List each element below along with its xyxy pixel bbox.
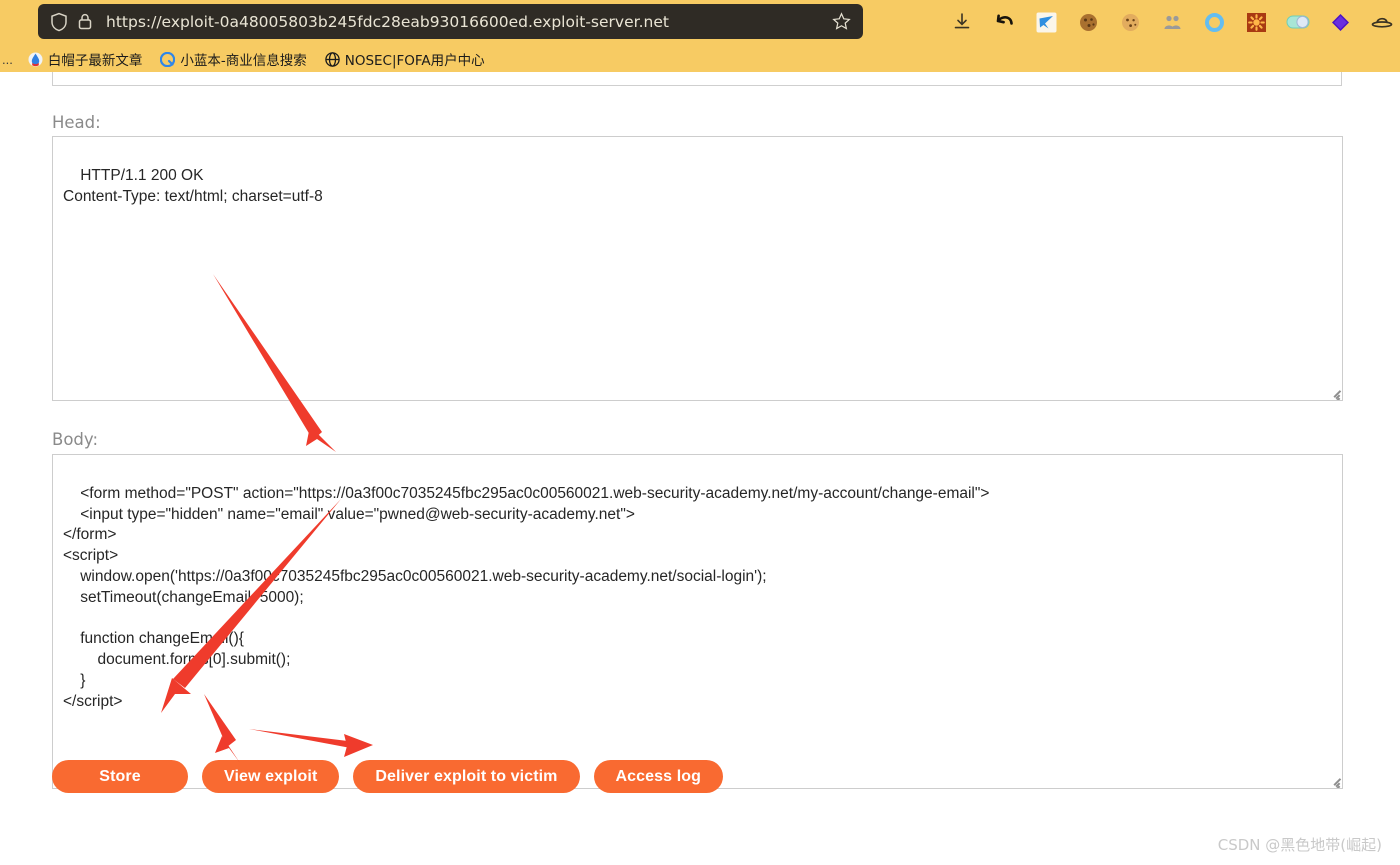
shield-icon[interactable]	[48, 11, 70, 33]
globe-icon	[324, 51, 340, 67]
bookmark-label: 小蓝本-商业信息搜索	[180, 53, 307, 69]
watermark: CSDN @黑色地带(崛起)	[1217, 836, 1382, 854]
bookmarks-bar: ... 白帽子最新文章 小蓝本-商业信息搜索 NOSEC|FOFA用户中心	[0, 46, 1400, 72]
drop-icon	[28, 52, 43, 67]
circle-icon	[160, 51, 176, 67]
orange-gear-icon[interactable]	[1244, 10, 1268, 34]
body-textarea-value: <form method="POST" action="https://0a3f…	[63, 484, 990, 710]
blue-bird-icon[interactable]	[1034, 10, 1058, 34]
store-button[interactable]: Store	[52, 760, 188, 793]
toggle-switch-icon[interactable]	[1286, 10, 1310, 34]
bookmark-label: 白帽子最新文章	[47, 53, 143, 69]
access-log-button[interactable]: Access log	[593, 760, 723, 793]
cookie-icon[interactable]	[1118, 10, 1142, 34]
deliver-exploit-button[interactable]: Deliver exploit to victim	[353, 760, 580, 793]
browser-chrome: https://exploit-0a48005803b245fdc28eab93…	[0, 0, 1400, 72]
bookmark-star-icon[interactable]	[829, 10, 853, 34]
bookmark-label: NOSEC|FOFA用户中心	[344, 53, 485, 69]
bookmark-item-0[interactable]: 白帽子最新文章	[19, 49, 152, 69]
downloads-icon[interactable]	[950, 10, 974, 34]
address-bar[interactable]: https://exploit-0a48005803b245fdc28eab93…	[38, 4, 863, 39]
url-path-field-truncated[interactable]: /exploit	[52, 72, 1342, 86]
blue-ring-icon[interactable]	[1202, 10, 1226, 34]
url-text[interactable]: https://exploit-0a48005803b245fdc28eab93…	[106, 13, 829, 31]
bookmarks-overflow[interactable]: ...	[0, 52, 19, 67]
bookmark-item-2[interactable]: NOSEC|FOFA用户中心	[316, 49, 494, 69]
cookie-brown-icon[interactable]	[1076, 10, 1100, 34]
exploit-server-page: /exploit Head: HTTP/1.1 200 OK Content-T…	[0, 72, 1400, 865]
body-label: Body:	[52, 430, 99, 449]
body-textarea[interactable]: <form method="POST" action="https://0a3f…	[52, 454, 1343, 789]
view-exploit-button[interactable]: View exploit	[202, 760, 340, 793]
head-resize-handle[interactable]	[1327, 385, 1340, 400]
lock-icon[interactable]	[74, 11, 96, 33]
undo-arrow-icon[interactable]	[992, 10, 1016, 34]
hat-icon[interactable]	[1370, 10, 1394, 34]
action-buttons: Store View exploit Deliver exploit to vi…	[52, 760, 723, 793]
extension-toolbar	[950, 4, 1394, 40]
bookmark-item-1[interactable]: 小蓝本-商业信息搜索	[151, 49, 315, 69]
people-icon[interactable]	[1160, 10, 1184, 34]
url-bar-row: https://exploit-0a48005803b245fdc28eab93…	[0, 0, 1400, 44]
body-resize-handle[interactable]	[1327, 773, 1340, 788]
head-label: Head:	[52, 113, 101, 132]
head-textarea-value: HTTP/1.1 200 OK Content-Type: text/html;…	[63, 166, 323, 205]
purple-diamond-icon[interactable]	[1328, 10, 1352, 34]
head-textarea[interactable]: HTTP/1.1 200 OK Content-Type: text/html;…	[52, 136, 1343, 401]
